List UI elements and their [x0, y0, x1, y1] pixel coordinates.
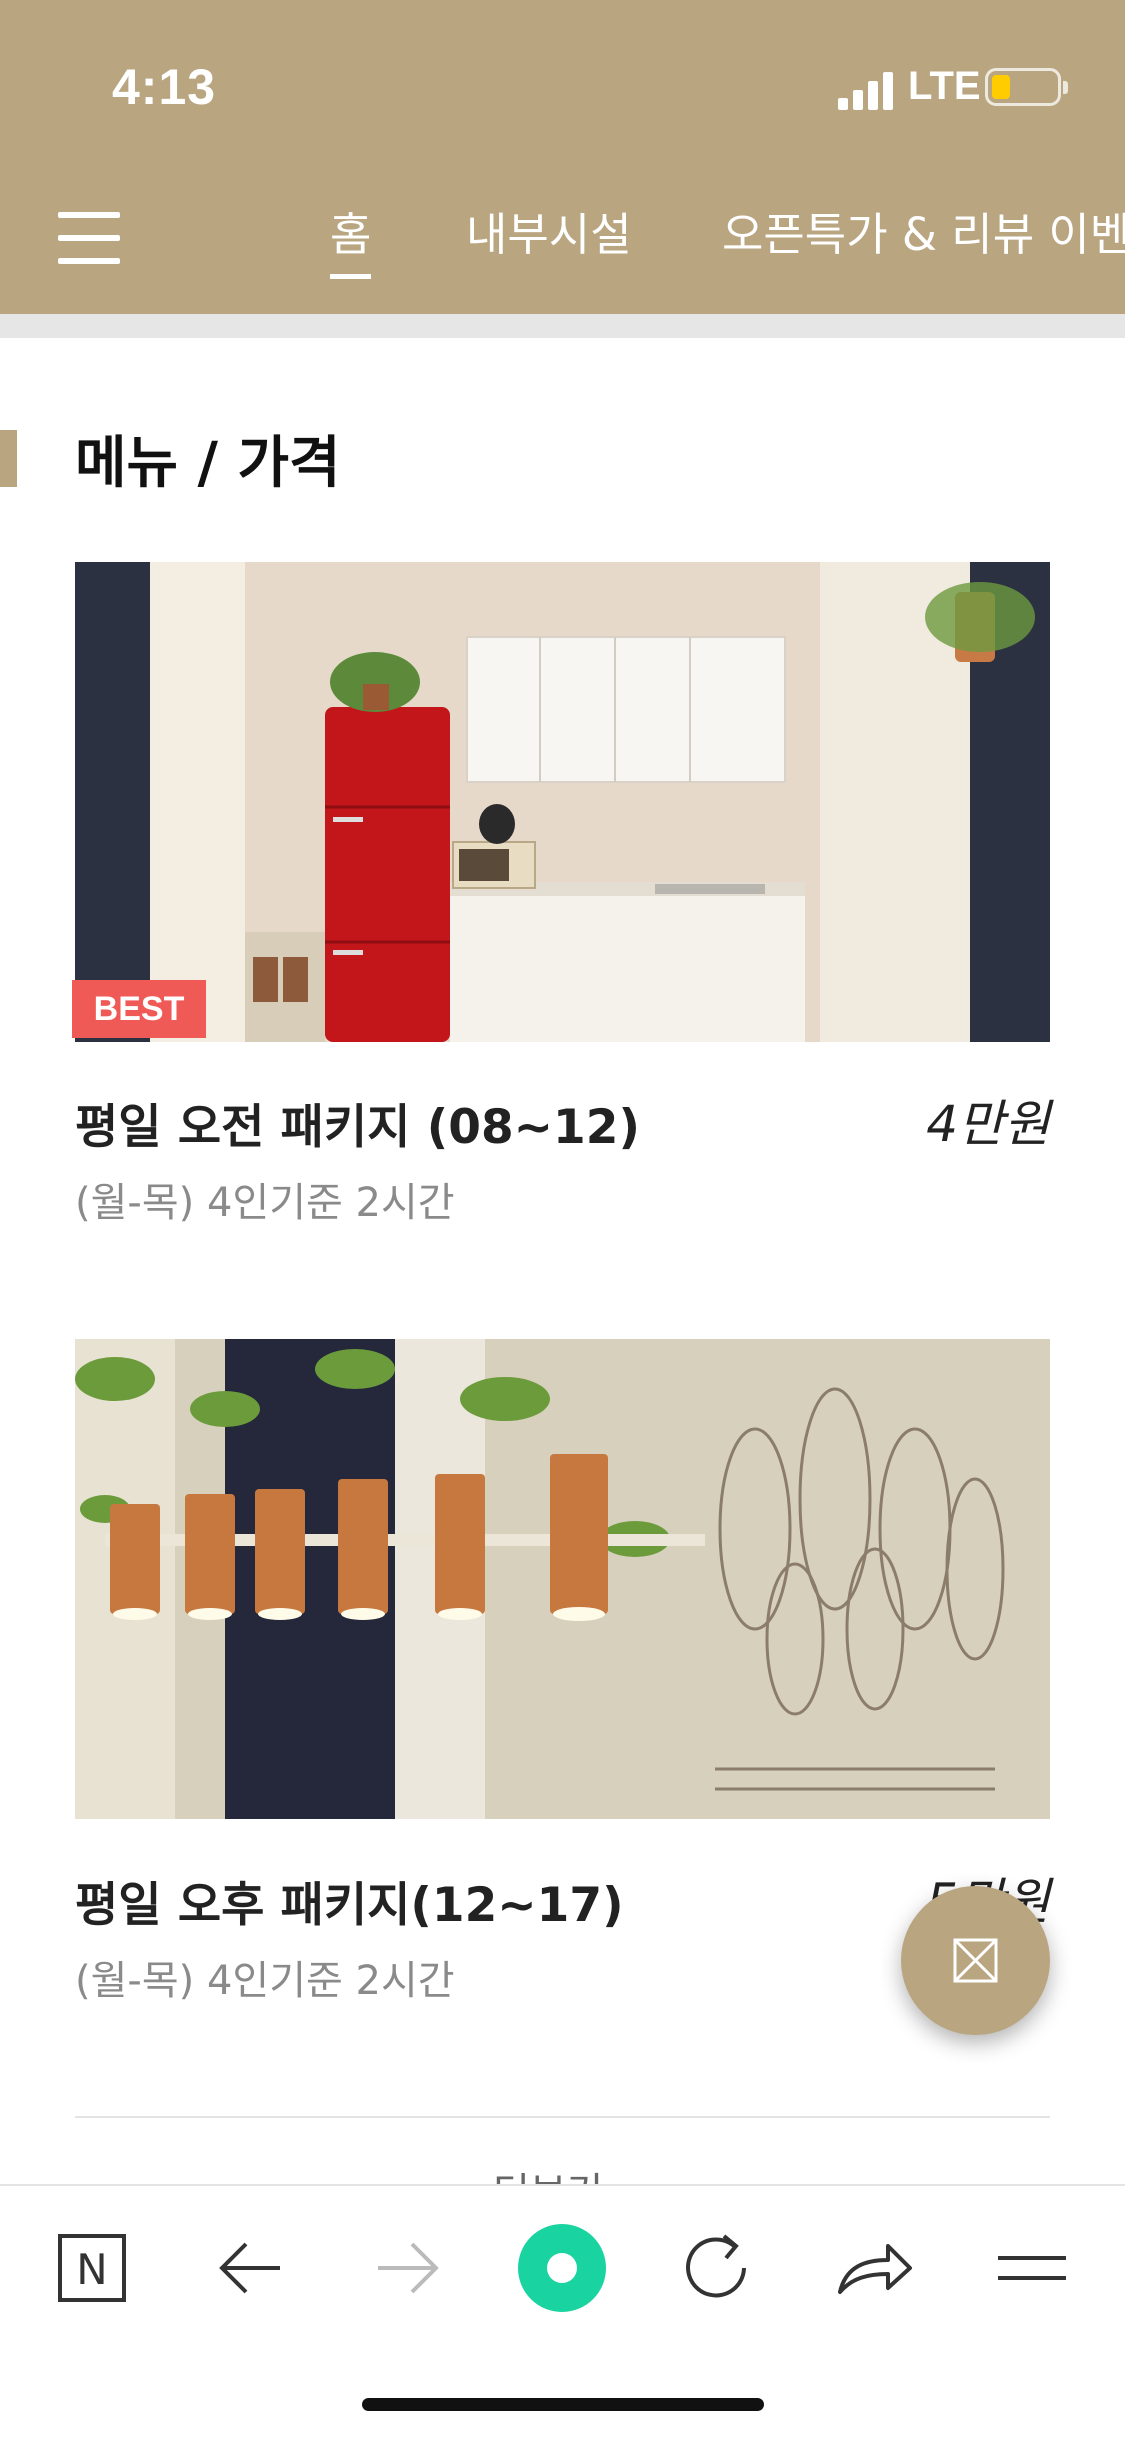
- item-title-2[interactable]: 평일 오후 패키지(12~17): [75, 1866, 624, 1935]
- best-badge: BEST: [72, 980, 206, 1038]
- kitchen-photo[interactable]: [75, 562, 1050, 1042]
- section-marker: [0, 430, 17, 487]
- battery-icon: [985, 68, 1068, 106]
- list-divider: [75, 2116, 1050, 2118]
- item-subtitle-2: (월-목) 4인기준 2시간: [75, 1958, 455, 2004]
- status-time: 4:13: [112, 59, 217, 115]
- header-separator: [0, 314, 1125, 338]
- signal-icon: [838, 70, 896, 110]
- network-type: LTE: [908, 64, 981, 108]
- item-subtitle-1: (월-목) 4인기준 2시간: [75, 1180, 455, 1226]
- section-title: 메뉴 / 가격: [75, 431, 341, 496]
- svg-text:N: N: [76, 2245, 107, 2294]
- hamburger-menu-icon[interactable]: [58, 212, 120, 264]
- forward-arrow-icon[interactable]: [362, 2222, 454, 2314]
- item-price-1: 4만원: [926, 1095, 1050, 1153]
- green-dot-icon[interactable]: [516, 2222, 608, 2314]
- tab-home[interactable]: 홈: [330, 198, 372, 279]
- top-header: 4:13 LTE 홈 내부시설 오픈특가 & 리뷰 이벤트: [0, 0, 1125, 314]
- back-arrow-icon[interactable]: [204, 2222, 296, 2314]
- share-icon[interactable]: [828, 2222, 920, 2314]
- floating-action-button[interactable]: [901, 1886, 1050, 2035]
- pendant-light-photo[interactable]: [75, 1339, 1050, 1819]
- menu-icon[interactable]: [986, 2222, 1078, 2314]
- close-box-icon: [953, 1938, 998, 1983]
- item-title-1[interactable]: 평일 오전 패키지 (08~12): [75, 1088, 640, 1157]
- refresh-icon[interactable]: [670, 2222, 762, 2314]
- naver-icon[interactable]: N: [46, 2222, 138, 2314]
- tab-open-event[interactable]: 오픈특가 & 리뷰 이벤트: [722, 198, 1125, 263]
- tab-facilities[interactable]: 내부시설: [466, 198, 632, 263]
- home-indicator[interactable]: [362, 2398, 764, 2411]
